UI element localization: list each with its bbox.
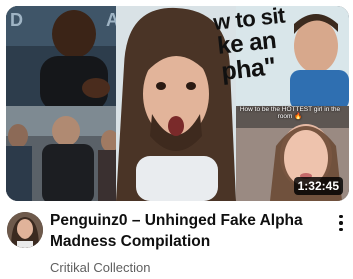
video-title[interactable]: Penguinz0 – Unhinged Fake Alpha Madness … xyxy=(50,210,328,252)
video-thumbnail[interactable]: D A w to sit ke an pha" How to be the HO… xyxy=(6,6,349,201)
duration-badge: 1:32:45 xyxy=(293,177,343,195)
svg-text:D: D xyxy=(10,10,23,30)
more-vert-icon[interactable] xyxy=(334,212,348,234)
avatar-image xyxy=(7,212,43,248)
channel-avatar[interactable] xyxy=(7,212,43,248)
video-card: D A w to sit ke an pha" How to be the HO… xyxy=(0,0,353,279)
thumbnail-overlay-text-3: pha" xyxy=(220,52,277,86)
channel-name[interactable]: Critikal Collection xyxy=(50,260,150,275)
thumbnail-collage: D A xyxy=(6,6,349,201)
thumbnail-caption: How to be the HOTTEST girl in the room 🔥 xyxy=(239,106,341,121)
